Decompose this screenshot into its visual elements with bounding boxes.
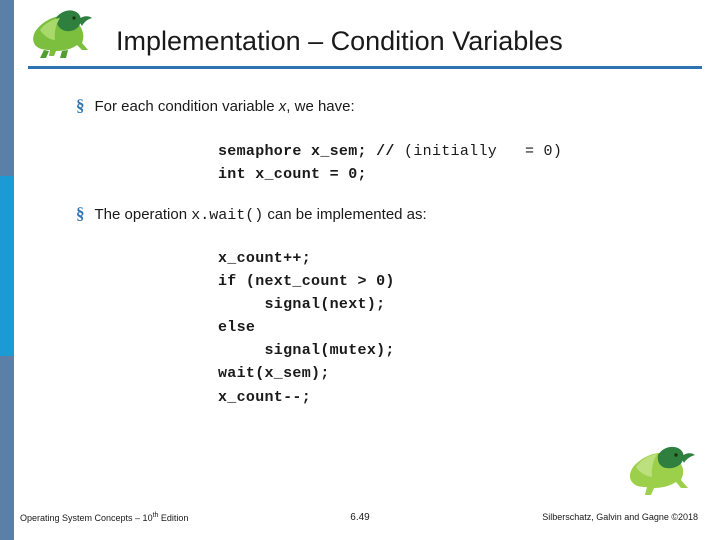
dinosaur-logo-bottom-icon [629, 446, 695, 495]
bullet-marker-icon-2: § [76, 204, 85, 223]
slide-header: Implementation – Condition Variables [14, 10, 706, 68]
slide-footer: Operating System Concepts – 10th Edition… [0, 512, 720, 526]
code-line: signal(mutex); [218, 342, 395, 360]
left-accent-bar-top [0, 0, 14, 176]
code-line: if (next_count > 0) [218, 273, 395, 291]
bullet-2-code: x.wait() [191, 207, 264, 224]
dinosaur-logo-icon [33, 10, 92, 58]
bullet-1-prefix: For each condition variable [94, 98, 279, 115]
left-accent-bar-middle [0, 176, 14, 356]
footer-copyright: Silberschatz, Galvin and Gagne ©2018 [542, 512, 698, 522]
code-line: x_count++; [218, 250, 312, 267]
code-semaphore-comment: (initially = 0) [394, 143, 563, 160]
page-title: Implementation – Condition Variables [116, 26, 563, 56]
bullet-2-suffix: can be implemented as: [263, 206, 427, 223]
code-semaphore-bold: semaphore x_sem; // [218, 143, 395, 160]
code-line: signal(next); [218, 296, 386, 314]
bullet-item-2: § The operation x.wait() can be implement… [76, 204, 427, 224]
bullet-item-1: § For each condition variable x, we have: [76, 96, 355, 116]
code-block-x-wait-impl: x_count++; if (next_count > 0) signal(ne… [218, 247, 395, 409]
code-line: wait(x_sem); [218, 365, 330, 383]
code-semaphore-line2: int x_count = 0; [218, 166, 367, 184]
code-block-semaphore-decl: semaphore x_sem; // (initially = 0) int … [218, 140, 562, 186]
code-line: x_count--; [218, 388, 312, 406]
bullet-2-prefix: The operation [94, 206, 192, 223]
title-underline-rule [28, 66, 702, 69]
code-line: else [218, 319, 256, 337]
bullet-marker-icon: § [76, 96, 85, 115]
bullet-1-suffix: , we have: [286, 98, 355, 115]
